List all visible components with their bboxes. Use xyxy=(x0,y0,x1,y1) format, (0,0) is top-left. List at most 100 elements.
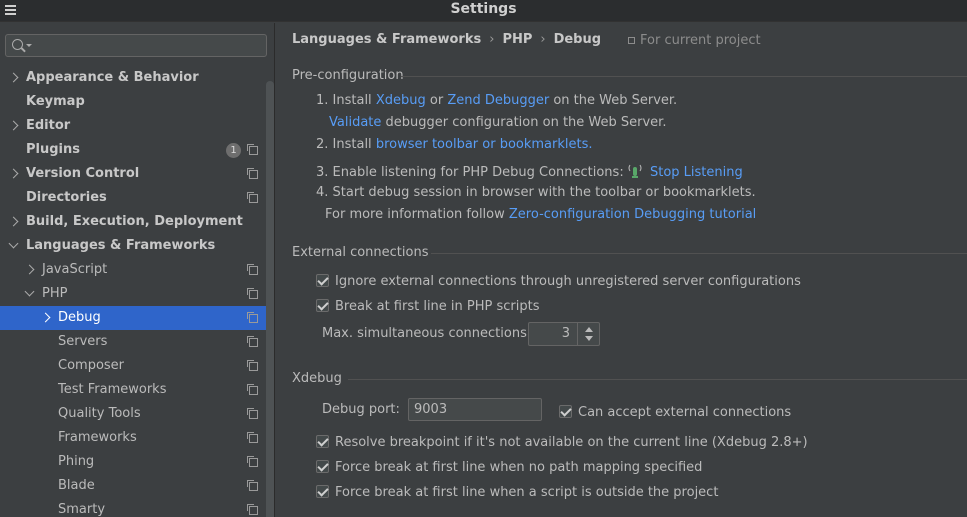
project-scope-icon xyxy=(247,360,258,371)
settings-content: Languages & Frameworks › PHP › Debug For cur… xyxy=(276,23,967,517)
sidebar-item-frameworks[interactable]: Frameworks xyxy=(0,426,266,450)
preconfig-step-1: 1. Install Xdebug or Zend Debugger on th… xyxy=(316,93,677,108)
break-first-line-checkbox[interactable] xyxy=(316,299,329,312)
ignore-external-checkbox[interactable] xyxy=(316,274,329,287)
accept-external-checkbox[interactable] xyxy=(559,405,572,418)
preconfig-validate: Validate debugger configuration on the W… xyxy=(329,115,666,130)
validate-suffix: debugger configuration on the Web Server… xyxy=(385,115,667,130)
settings-tree: Appearance & Behavior Keymap Editor Plugins… xyxy=(0,66,266,517)
listening-icon[interactable] xyxy=(628,163,642,179)
resolve-breakpoint-checkbox[interactable] xyxy=(316,435,329,448)
sidebar-item-label: Directories xyxy=(26,190,107,205)
chevron-right-icon[interactable] xyxy=(8,72,19,83)
chevron-right-icon[interactable] xyxy=(8,168,19,179)
xdebug-link[interactable]: Xdebug xyxy=(376,93,426,108)
sidebar-item-label: PHP xyxy=(42,286,68,301)
breadcrumb: Languages & Frameworks › PHP › Debug xyxy=(292,32,601,47)
project-scope-icon xyxy=(247,264,258,275)
resolve-breakpoint-row: Resolve breakpoint if it's not available… xyxy=(316,433,808,450)
spinner-down-icon[interactable] xyxy=(585,336,593,341)
project-scope-icon xyxy=(247,192,258,203)
zero-config-tutorial-link[interactable]: Zero-configuration Debugging tutorial xyxy=(509,207,756,222)
chevron-right-icon[interactable] xyxy=(40,312,51,323)
sidebar-item-quality-tools[interactable]: Quality Tools xyxy=(0,402,266,426)
section-divider xyxy=(348,379,967,380)
sidebar-item-blade[interactable]: Blade xyxy=(0,474,266,498)
sidebar-item-javascript[interactable]: JavaScript xyxy=(0,258,266,282)
update-count-badge: 1 xyxy=(226,143,241,158)
sidebar-item-keymap[interactable]: Keymap xyxy=(0,90,266,114)
preconfig-step-3: 3. Enable listening for PHP Debug Connec… xyxy=(316,160,743,180)
force-break-outside-label: Force break at first line when a script … xyxy=(335,485,719,500)
search-icon[interactable] xyxy=(12,39,23,50)
preconfig-section-title: Pre-configuration xyxy=(292,68,404,83)
step2-prefix: 2. Install xyxy=(316,137,372,152)
ignore-external-row: Ignore external connections through unre… xyxy=(316,272,801,289)
sidebar-item-servers[interactable]: Servers xyxy=(0,330,266,354)
force-break-no-path-row: Force break at first line when no path m… xyxy=(316,458,702,475)
sidebar-item-label: Phing xyxy=(58,454,95,469)
browser-toolbar-link[interactable]: browser toolbar or bookmarklets. xyxy=(376,137,593,152)
project-scope-icon xyxy=(247,408,258,419)
breadcrumb-separator: › xyxy=(540,32,546,47)
chevron-down-icon[interactable] xyxy=(8,238,19,249)
sidebar-item-smarty[interactable]: Smarty xyxy=(0,498,266,517)
preconfig-more-info: For more information follow Zero-configu… xyxy=(325,207,756,222)
sidebar-item-label: Languages & Frameworks xyxy=(26,238,216,253)
sidebar-item-languages-frameworks[interactable]: Languages & Frameworks xyxy=(0,234,266,258)
sidebar-item-label: Plugins xyxy=(26,142,80,157)
sidebar-item-composer[interactable]: Composer xyxy=(0,354,266,378)
max-connections-value[interactable]: 3 xyxy=(562,326,570,341)
sidebar-item-editor[interactable]: Editor xyxy=(0,114,266,138)
sidebar-item-phing[interactable]: Phing xyxy=(0,450,266,474)
sidebar-item-label: Version Control xyxy=(26,166,140,181)
break-first-line-label: Break at first line in PHP scripts xyxy=(335,299,540,314)
force-break-no-path-label: Force break at first line when no path m… xyxy=(335,460,703,475)
sidebar-item-label: JavaScript xyxy=(42,262,108,277)
sidebar-item-label: Composer xyxy=(58,358,125,373)
breadcrumb-separator: › xyxy=(489,32,495,47)
sidebar-item-build-execution-deployment[interactable]: Build, Execution, Deployment xyxy=(0,210,266,234)
chevron-right-icon[interactable] xyxy=(24,264,35,275)
breadcrumb-php: PHP xyxy=(502,32,533,47)
preconfig-step-2: 2. Install browser toolbar or bookmarkle… xyxy=(316,137,593,152)
validate-link[interactable]: Validate xyxy=(329,115,381,130)
project-scope-icon xyxy=(247,312,258,323)
sidebar-item-label: Quality Tools xyxy=(58,406,141,421)
sidebar-item-label: Build, Execution, Deployment xyxy=(26,214,243,229)
sidebar-item-php[interactable]: PHP xyxy=(0,282,266,306)
zend-debugger-link[interactable]: Zend Debugger xyxy=(447,93,549,108)
sidebar-item-appearance-behavior[interactable]: Appearance & Behavior xyxy=(0,66,266,90)
search-options-chevron-icon[interactable] xyxy=(26,44,32,47)
chevron-down-icon[interactable] xyxy=(24,286,35,297)
sidebar-item-test-frameworks[interactable]: Test Frameworks xyxy=(0,378,266,402)
spinner-up-icon[interactable] xyxy=(585,327,593,332)
sidebar-item-label: Smarty xyxy=(58,502,106,517)
project-scope-icon xyxy=(628,37,635,44)
stop-listening-link[interactable]: Stop Listening xyxy=(650,165,743,180)
project-scope-icon xyxy=(247,288,258,299)
search-input[interactable] xyxy=(5,34,267,57)
window-title: Settings xyxy=(450,1,517,17)
debug-port-label: Debug port: xyxy=(322,402,400,417)
sidebar-item-label: Keymap xyxy=(26,94,85,109)
sidebar-item-directories[interactable]: Directories xyxy=(0,186,266,210)
sidebar-scrollbar[interactable] xyxy=(266,81,274,517)
sidebar-item-debug[interactable]: Debug xyxy=(0,306,266,330)
section-divider xyxy=(431,253,967,254)
sidebar-item-label: Editor xyxy=(26,118,71,133)
chevron-right-icon[interactable] xyxy=(8,216,19,227)
external-section-title: External connections xyxy=(292,245,429,260)
preconfig-step-4: 4. Start debug session in browser with t… xyxy=(316,185,756,200)
max-connections-spinner[interactable]: 3 xyxy=(528,322,600,346)
breadcrumb-languages-frameworks: Languages & Frameworks xyxy=(292,32,482,47)
force-break-no-path-checkbox[interactable] xyxy=(316,460,329,473)
force-break-outside-checkbox[interactable] xyxy=(316,485,329,498)
force-break-outside-row: Force break at first line when a script … xyxy=(316,483,718,500)
debug-port-input[interactable] xyxy=(408,398,542,421)
sidebar-item-plugins[interactable]: Plugins 1 xyxy=(0,138,266,162)
project-scope-icon xyxy=(247,336,258,347)
chevron-right-icon[interactable] xyxy=(8,120,19,131)
sidebar-item-version-control[interactable]: Version Control xyxy=(0,162,266,186)
spinner-buttons[interactable] xyxy=(577,323,599,345)
